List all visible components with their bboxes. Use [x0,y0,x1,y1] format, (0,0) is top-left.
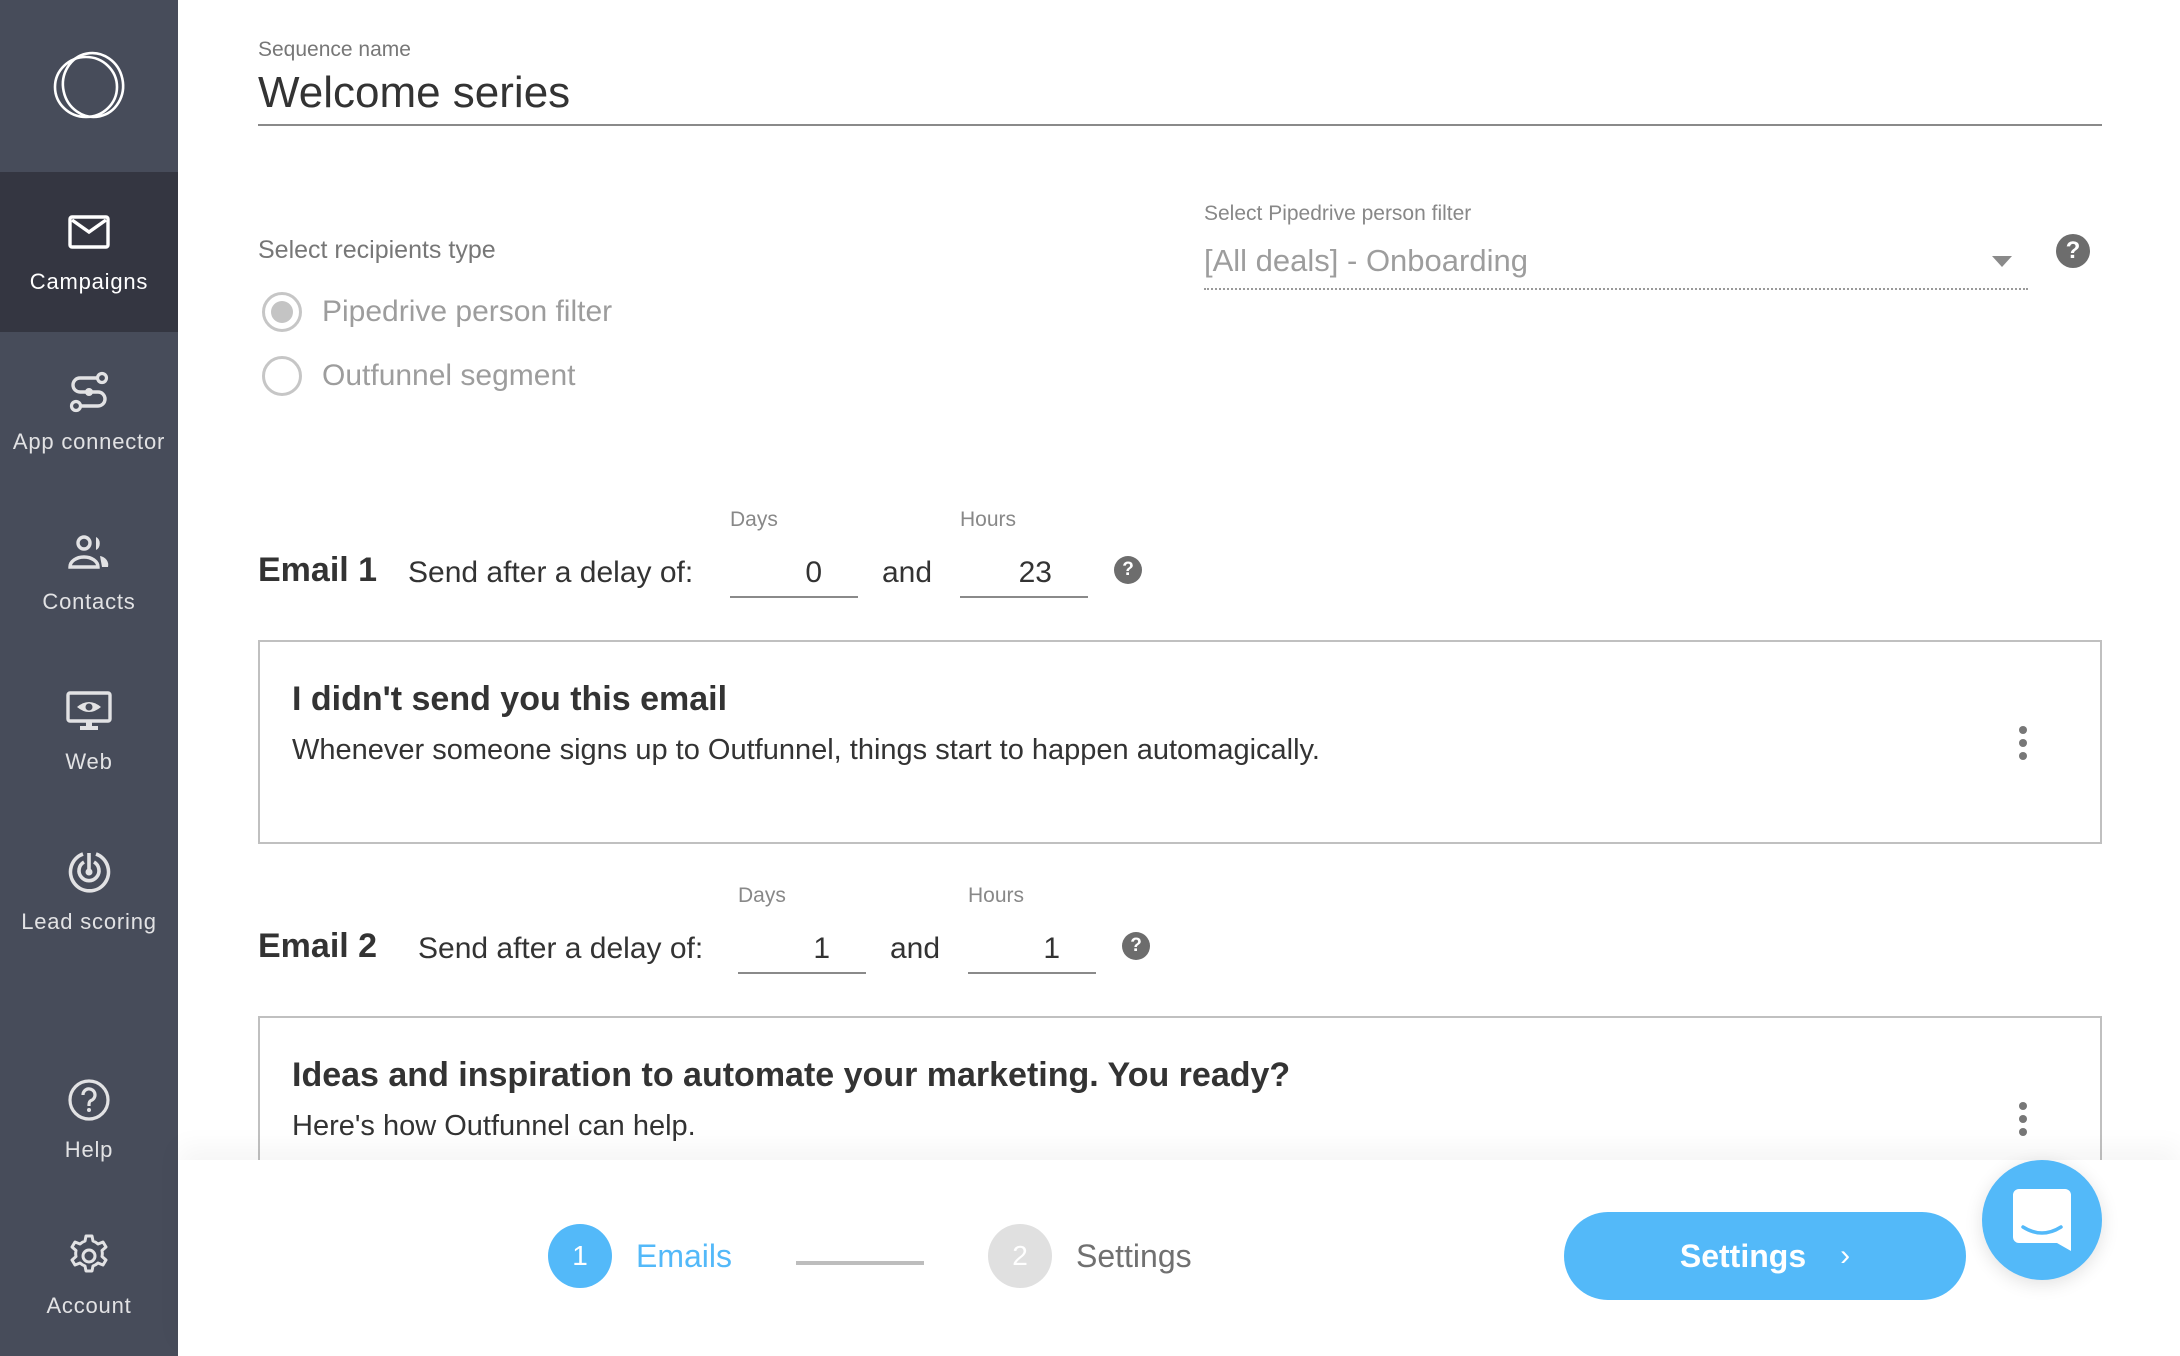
sidebar-item-web[interactable]: Web [0,652,178,812]
delay-help-icon[interactable]: ? [1114,556,1142,584]
outfunnel-logo-icon [53,51,125,119]
days-label: Days [738,884,786,907]
sequence-editor: Sequence name Select recipients type Pip… [178,0,2180,1220]
email-preview: Whenever someone signs up to Outfunnel, … [292,734,1320,766]
app-root: Campaigns App connector Contacts Web Lea… [0,0,2180,1356]
radio-button-selected[interactable] [262,292,302,332]
sidebar-item-label: Help [64,1137,114,1162]
days-label: Days [730,508,778,531]
radio-pipedrive-person-filter[interactable]: Pipedrive person filter [262,292,612,332]
sidebar-item-account[interactable]: Account [0,1196,178,1356]
sidebar-item-label: App connector [12,429,166,454]
sequence-name-input[interactable] [258,62,2102,126]
sidebar-item-label: Web [65,749,113,774]
chat-icon [2013,1189,2071,1251]
hours-label: Hours [968,884,1025,907]
step-emails[interactable]: 1 Emails [548,1224,732,1288]
target-icon [68,852,111,893]
hours-input[interactable] [960,550,1088,598]
chat-launcher-button[interactable] [1982,1160,2102,1280]
connector-icon [69,371,109,413]
radio-label: Outfunnel segment [322,359,576,392]
person-filter-label: Select Pipedrive person filter [1204,202,1472,225]
person-filter-value: [All deals] - Onboarding [1204,243,1528,278]
delay-help-icon[interactable]: ? [1122,932,1150,960]
email-1-delay-row: Email 1 Send after a delay of: Days and … [258,508,1258,598]
sidebar-item-label: Lead scoring [21,909,157,934]
radio-outfunnel-segment[interactable]: Outfunnel segment [262,356,576,396]
logo[interactable] [0,0,178,172]
days-input[interactable] [738,926,866,974]
email-1-card[interactable]: I didn't send you this email Whenever so… [258,640,2102,844]
recipients-type-label: Select recipients type [258,236,496,264]
days-input[interactable] [730,550,858,598]
sidebar-item-label: Campaigns [29,269,149,294]
radio-label: Pipedrive person filter [322,295,613,328]
chevron-right-icon: › [1840,1239,1851,1272]
sidebar-item-label: Contacts [42,589,136,614]
sidebar-item-app-connector[interactable]: App connector [0,332,178,492]
gear-icon [70,1234,108,1273]
sidebar-item-campaigns[interactable]: Campaigns [0,172,178,332]
delay-text: Send after a delay of: [408,556,694,589]
step-settings[interactable]: 2 Settings [988,1224,1192,1288]
delay-text: Send after a delay of: [418,932,704,965]
email-title: Email 1 [258,551,378,589]
wizard-footer: 1 Emails 2 Settings Settings › [178,1160,2180,1356]
sidebar: Campaigns App connector Contacts Web Lea… [0,0,178,1356]
sequence-name-label: Sequence name [258,38,411,61]
radio-dot [271,301,293,323]
email-2-delay-row: Email 2 Send after a delay of: Days and … [258,884,1258,974]
sidebar-item-label: Account [46,1293,132,1318]
step-label: Emails [636,1237,733,1274]
filter-help-icon[interactable]: ? [2056,234,2090,268]
step-number: 1 [548,1224,612,1288]
question-circle-icon [68,1079,110,1121]
person-filter-select[interactable]: [All deals] - Onboarding [1204,234,2028,290]
email-menu-icon[interactable] [2016,726,2030,760]
step-label: Settings [1076,1237,1192,1274]
monitor-eye-icon [66,691,112,730]
envelope-icon [68,215,110,249]
email-subject: Ideas and inspiration to automate your m… [292,1056,1291,1094]
hours-label: Hours [960,508,1017,531]
radio-button[interactable] [262,356,302,396]
sidebar-item-help[interactable]: Help [0,1040,178,1200]
and-text: and [882,556,933,589]
email-preview: Here's how Outfunnel can help. [292,1110,696,1142]
sidebar-item-lead-scoring[interactable]: Lead scoring [0,812,178,972]
and-text: and [890,932,941,965]
sidebar-item-contacts[interactable]: Contacts [0,492,178,652]
hours-input[interactable] [968,926,1096,974]
contacts-icon [68,535,109,569]
step-number: 2 [988,1224,1052,1288]
email-subject: I didn't send you this email [292,680,728,718]
caret-down-icon [1992,255,2012,267]
next-button-label: Settings [1679,1237,1807,1274]
email-menu-icon[interactable] [2016,1102,2030,1136]
step-connector [796,1261,924,1265]
next-settings-button[interactable]: Settings › [1564,1212,1966,1300]
email-title: Email 2 [258,927,378,965]
